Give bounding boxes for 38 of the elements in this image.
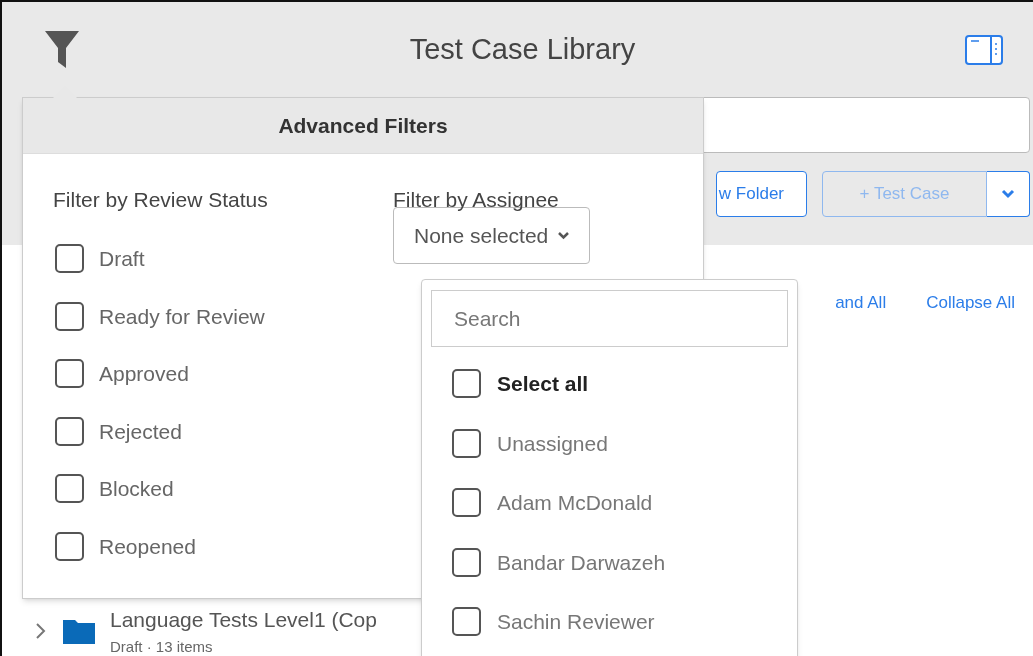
checkbox-label[interactable]: Approved bbox=[99, 358, 189, 390]
section-heading: Filter by Review Status bbox=[53, 187, 269, 213]
checkbox[interactable] bbox=[55, 244, 84, 274]
filter-icon[interactable] bbox=[44, 29, 80, 70]
dropdown-toggle-button[interactable] bbox=[987, 171, 1030, 217]
checkbox[interactable] bbox=[55, 301, 84, 331]
new-folder-button[interactable]: w Folder bbox=[715, 171, 807, 217]
option-label[interactable]: Unassigned bbox=[497, 427, 608, 459]
tree-link[interactable]: and All bbox=[835, 290, 887, 316]
checkbox[interactable] bbox=[452, 428, 481, 458]
chevron-down-icon bbox=[558, 231, 570, 240]
folder-meta: Draft · 13 items bbox=[110, 636, 214, 656]
checkbox-label[interactable]: Blocked bbox=[99, 473, 174, 505]
checkbox-label[interactable]: Reopened bbox=[99, 530, 196, 562]
checkbox[interactable] bbox=[452, 369, 481, 399]
checkbox[interactable] bbox=[55, 474, 84, 504]
checkbox[interactable] bbox=[55, 416, 84, 446]
page-title: Test Case Library bbox=[409, 31, 636, 67]
folder-icon bbox=[62, 617, 96, 645]
popover-title: Advanced Filters bbox=[278, 112, 448, 139]
checkbox-label[interactable]: Ready for Review bbox=[99, 300, 265, 332]
checkbox-label[interactable]: Draft bbox=[99, 243, 145, 275]
checkbox[interactable] bbox=[55, 359, 84, 389]
option-label[interactable]: Select all bbox=[497, 368, 589, 400]
checkbox[interactable] bbox=[452, 547, 481, 577]
option-label[interactable]: Sachin Reviewer bbox=[497, 606, 655, 638]
chevron-down-icon bbox=[1001, 189, 1015, 199]
option-label[interactable]: Bandar Darwazeh bbox=[497, 546, 666, 578]
option-label[interactable]: Adam McDonald bbox=[497, 487, 653, 519]
search-field[interactable]: Search bbox=[431, 290, 788, 347]
checkbox[interactable] bbox=[55, 531, 84, 561]
side-panel-icon[interactable] bbox=[965, 34, 1003, 65]
chevron-right-icon[interactable] bbox=[34, 621, 48, 641]
checkbox-label[interactable]: Rejected bbox=[99, 415, 182, 447]
checkbox[interactable] bbox=[452, 488, 481, 518]
folder-name[interactable]: Language Tests Level1 (Cop bbox=[110, 604, 377, 636]
tree-link[interactable]: Collapse All bbox=[926, 290, 1015, 316]
checkbox[interactable] bbox=[452, 607, 481, 637]
